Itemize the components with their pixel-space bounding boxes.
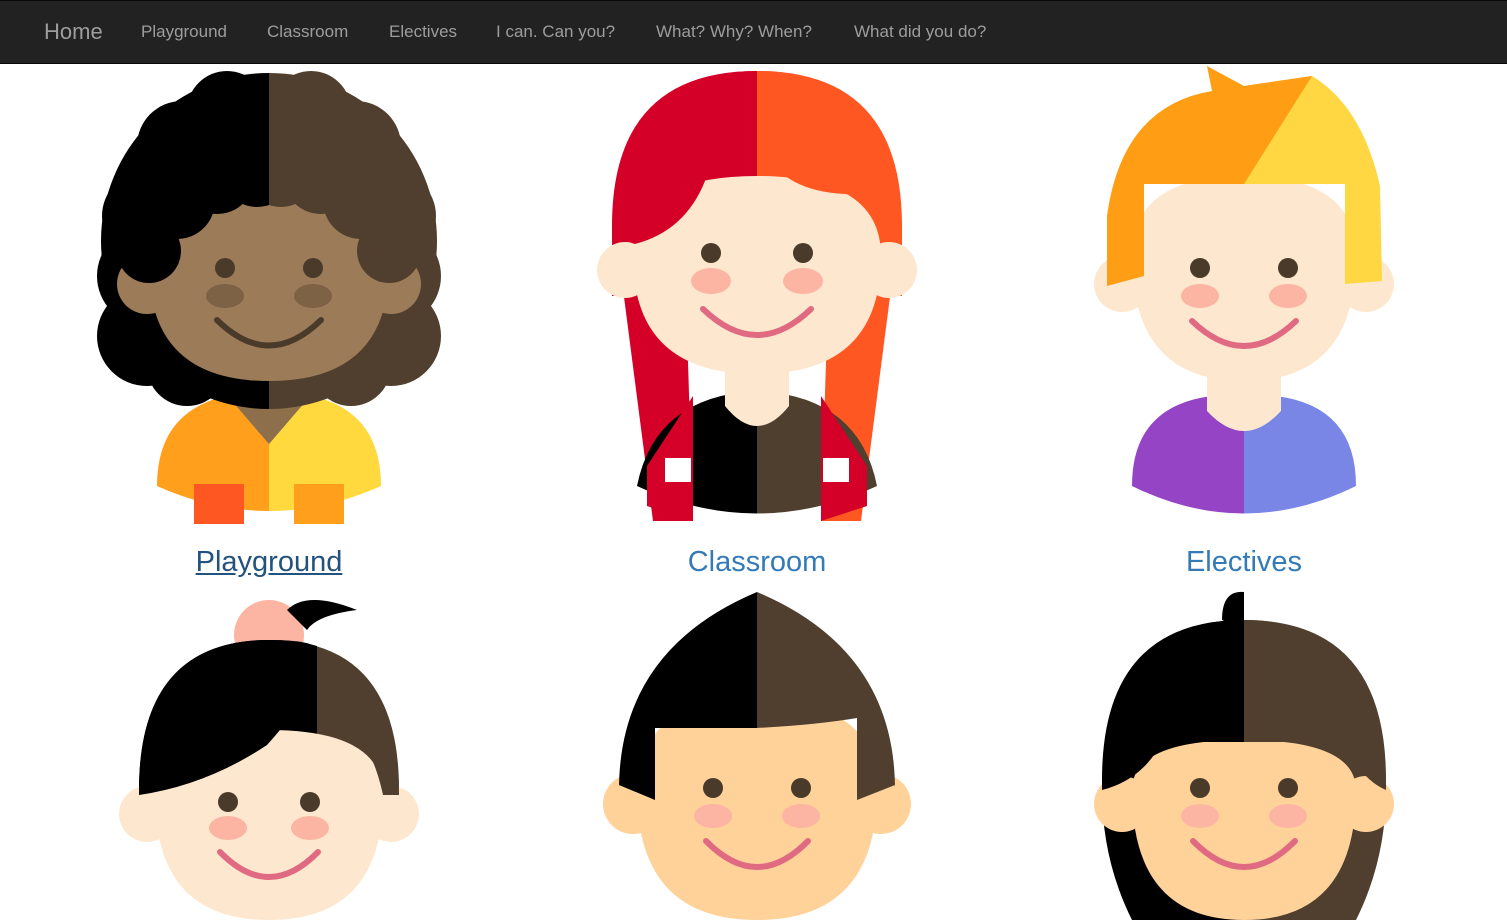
tile-link-electives[interactable]: Electives	[1000, 544, 1488, 580]
brown-hair-boy-icon[interactable]	[575, 590, 939, 920]
nav-link-playground[interactable]: Playground	[141, 22, 227, 42]
nav-link-what-did-you-do[interactable]: What did you do?	[854, 22, 986, 42]
tile-link-classroom[interactable]: Classroom	[513, 544, 1001, 580]
nav-brand-home[interactable]: Home	[44, 19, 103, 45]
nav-link-i-can[interactable]: I can. Can you?	[496, 22, 615, 42]
blond-boy-icon[interactable]	[1062, 66, 1426, 526]
top-navbar: Home Playground Classroom Electives I ca…	[0, 0, 1507, 64]
nav-link-what-why-when[interactable]: What? Why? When?	[656, 22, 812, 42]
red-hair-girl-icon[interactable]	[575, 66, 939, 526]
nav-link-electives[interactable]: Electives	[389, 22, 457, 42]
long-hair-girl-icon[interactable]	[1062, 590, 1426, 920]
curly-hair-kid-icon[interactable]	[87, 66, 451, 526]
tile-link-playground[interactable]: Playground	[25, 544, 513, 580]
ponytail-girl-icon[interactable]	[87, 590, 451, 920]
nav-link-classroom[interactable]: Classroom	[267, 22, 348, 42]
